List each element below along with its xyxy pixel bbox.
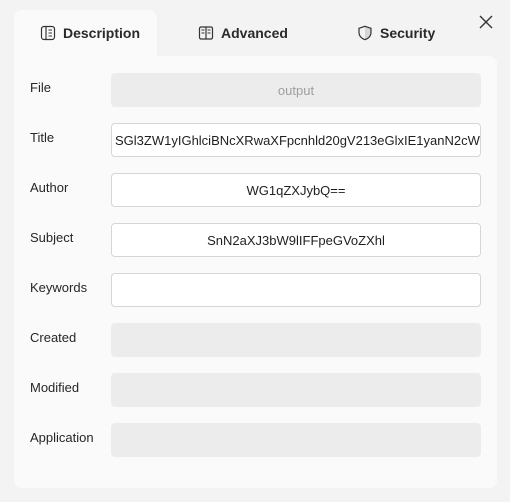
tab-bar: Description Advanced Security [14, 10, 497, 56]
title-row: Title SGl3ZW1yIGhlciBNcXRwaXFpcnhld20gV2… [14, 123, 497, 157]
title-field[interactable]: SGl3ZW1yIGhlciBNcXRwaXFpcnhld20gV213eGlx… [111, 123, 481, 157]
created-label: Created [30, 329, 77, 345]
tab-security-label: Security [380, 25, 436, 41]
document-icon [40, 25, 56, 41]
author-field[interactable]: WG1qZXJybQ== [111, 173, 481, 207]
title-label: Title [30, 129, 55, 145]
tab-description-label: Description [63, 25, 141, 41]
keywords-row: Keywords [14, 273, 497, 307]
subject-field[interactable]: SnN2aXJ3bW9lIFFpeGVoZXhl [111, 223, 481, 257]
created-field [111, 323, 481, 357]
modified-field [111, 373, 481, 407]
book-icon [198, 26, 214, 40]
author-label: Author [30, 179, 69, 195]
application-field [111, 423, 481, 457]
keywords-label: Keywords [30, 279, 88, 295]
created-row: Created [14, 323, 497, 357]
keywords-field[interactable] [111, 273, 481, 307]
tab-advanced[interactable]: Advanced [198, 10, 288, 56]
file-field: output [111, 73, 481, 107]
author-row: Author WG1qZXJybQ== [14, 173, 497, 207]
modified-label: Modified [30, 379, 80, 395]
tab-description[interactable]: Description [14, 10, 157, 56]
tab-security[interactable]: Security [357, 10, 435, 56]
application-label: Application [30, 429, 94, 445]
application-row: Application [14, 423, 497, 457]
file-row: File output [14, 73, 497, 107]
subject-label: Subject [30, 229, 74, 245]
modified-row: Modified [14, 373, 497, 407]
subject-row: Subject SnN2aXJ3bW9lIFFpeGVoZXhl [14, 223, 497, 257]
shield-icon [358, 25, 372, 41]
description-panel: File output Title SGl3ZW1yIGhlciBNcXRwaX… [14, 56, 497, 488]
file-label: File [30, 79, 51, 95]
tab-advanced-label: Advanced [221, 25, 288, 41]
